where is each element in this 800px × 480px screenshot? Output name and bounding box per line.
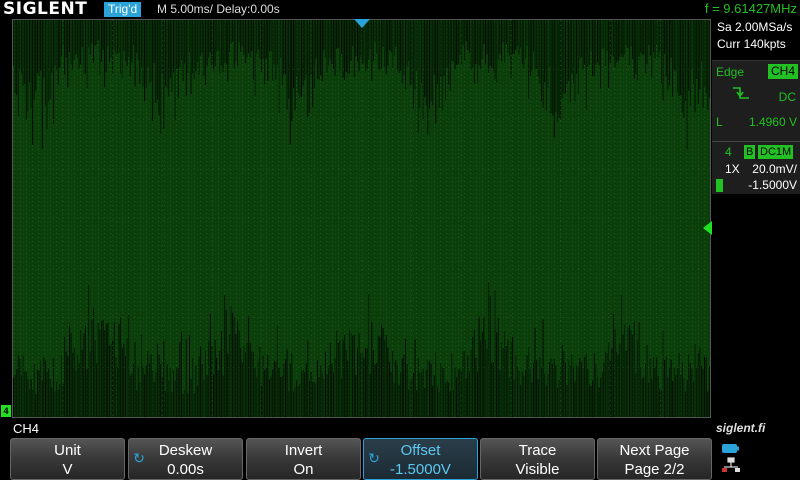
siglent-logo: SIGLENT bbox=[3, 0, 88, 19]
channel-ground-marker: 4 bbox=[1, 405, 11, 417]
rotary-knob-icon: ↻ bbox=[368, 450, 380, 466]
softkey-value: Page 2/2 bbox=[624, 461, 685, 478]
memory-depth: Curr 140kpts bbox=[717, 37, 786, 51]
trace-softkey[interactable]: Trace Visible bbox=[480, 438, 595, 480]
trigger-type: Edge bbox=[716, 65, 745, 79]
system-status-icons bbox=[722, 444, 740, 472]
watermark-brand: siglent.fi bbox=[716, 421, 766, 435]
waveform-trace bbox=[13, 20, 710, 417]
softkey-value: On bbox=[293, 461, 314, 478]
unit-softkey[interactable]: Unit V bbox=[10, 438, 125, 480]
trigger-position-marker bbox=[354, 19, 370, 28]
channel-coupling-badge: DC1M bbox=[758, 145, 794, 159]
trigger-level-marker bbox=[703, 221, 712, 235]
network-icon bbox=[722, 457, 740, 472]
channel-header: 4 B DC1M bbox=[712, 144, 800, 160]
rotary-knob-icon: ↻ bbox=[133, 450, 145, 466]
softkey-value: Visible bbox=[515, 461, 560, 478]
softkey-label: Trace bbox=[518, 442, 557, 459]
softkey-bar: Unit V ↻ Deskew 0.00s Invert On ↻ Offset… bbox=[10, 438, 714, 480]
trigger-status-badge[interactable]: Trig'd bbox=[104, 2, 142, 17]
offset-softkey[interactable]: ↻ Offset -1.5000V bbox=[363, 438, 478, 480]
channel-color-indicator bbox=[716, 179, 723, 192]
battery-icon bbox=[722, 444, 739, 453]
softkey-label: Unit bbox=[54, 442, 81, 459]
info-panel: Sa 2.00MSa/s Curr 140kpts Edge CH4 DC L … bbox=[712, 19, 800, 194]
next-page-softkey[interactable]: Next Page Page 2/2 bbox=[597, 438, 712, 480]
invert-softkey[interactable]: Invert On bbox=[246, 438, 361, 480]
channel-number: 4 bbox=[725, 145, 732, 159]
softkey-label: Next Page bbox=[619, 442, 690, 459]
vertical-offset: -1.5000V bbox=[748, 178, 797, 192]
trigger-level-value: 1.4960 V bbox=[748, 115, 797, 129]
trigger-level-label: L bbox=[716, 115, 723, 129]
probe-attenuation: 1X bbox=[725, 162, 740, 176]
top-status-bar: SIGLENT Trig'd M 5.00ms/ Delay:0.00s f =… bbox=[0, 0, 800, 19]
waveform-display[interactable] bbox=[12, 19, 711, 418]
bandwidth-limit-badge: B bbox=[744, 145, 756, 159]
timebase-readout[interactable]: M 5.00ms/ Delay:0.00s bbox=[157, 2, 280, 17]
softkey-value: V bbox=[62, 461, 73, 478]
channel-info-box[interactable]: 4 B DC1M 1X 20.0mV/ -1.5000V bbox=[712, 141, 800, 194]
trigger-source: CH4 bbox=[767, 64, 798, 79]
sample-rate: Sa 2.00MSa/s bbox=[717, 20, 793, 34]
menu-title: CH4 bbox=[13, 421, 40, 436]
falling-edge-icon bbox=[733, 87, 749, 99]
vertical-scale: 20.0mV/ bbox=[752, 162, 797, 176]
frequency-counter: f = 9.61427MHz bbox=[704, 1, 797, 16]
trigger-coupling: DC bbox=[778, 90, 796, 104]
softkey-label: Invert bbox=[284, 442, 323, 459]
deskew-softkey[interactable]: ↻ Deskew 0.00s bbox=[128, 438, 243, 480]
